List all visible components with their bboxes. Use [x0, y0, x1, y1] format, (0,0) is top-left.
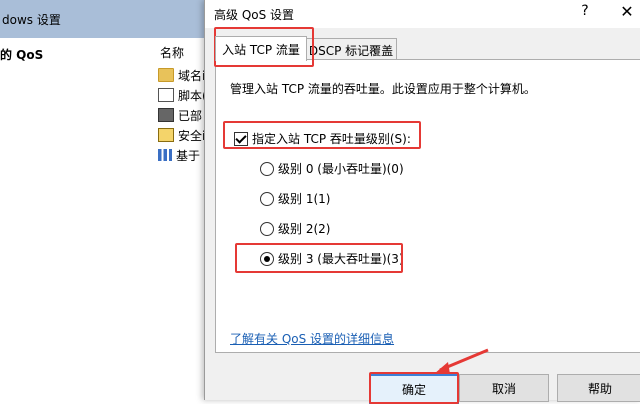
list-item-label: 已部	[178, 108, 203, 123]
column-header-name[interactable]: 名称	[160, 44, 184, 61]
tree-item-qos[interactable]: 的 QoS	[0, 46, 43, 63]
background-list: 名称 域名i 脚本( 已部 安全i 基于	[150, 38, 210, 400]
script-icon	[158, 88, 174, 102]
chart-icon	[158, 149, 172, 161]
radio-label: 级别 2(2)	[278, 222, 331, 236]
cancel-button[interactable]: 取消	[459, 374, 549, 402]
checkbox-checked-icon[interactable]	[234, 131, 248, 146]
list-item[interactable]: 已部	[158, 106, 202, 124]
panel-description: 管理入站 TCP 流量的吞吐量。此设置应用于整个计算机。	[230, 82, 536, 96]
checkbox-label: 指定入站 TCP 吞吐量级别(S):	[252, 132, 411, 146]
list-item-label: 基于	[176, 148, 201, 163]
list-item[interactable]: 安全i	[158, 126, 205, 144]
dialog-title: 高级 QoS 设置	[214, 8, 295, 22]
background-window-title: dows 设置	[2, 12, 61, 27]
radio-button-icon[interactable]	[260, 161, 274, 176]
radio-label: 级别 3 (最大吞吐量)(3)	[278, 252, 404, 266]
advanced-qos-dialog: 高级 QoS 设置 ? ✕ 入站 TCP 流量 DSCP 标记覆盖 管理入站 T…	[204, 0, 640, 404]
list-item-label: 域名i	[178, 68, 206, 83]
printer-icon	[158, 108, 174, 122]
tab-strip: 入站 TCP 流量 DSCP 标记覆盖	[205, 28, 640, 62]
help-button[interactable]: 帮助	[557, 374, 640, 402]
throughput-level-checkbox[interactable]: 指定入站 TCP 吞吐量级别(S):	[234, 130, 411, 147]
radio-button-icon[interactable]	[260, 221, 274, 236]
list-item[interactable]: 脚本(	[158, 86, 207, 104]
radio-label: 级别 0 (最小吞吐量)(0)	[278, 162, 404, 176]
list-item[interactable]: 域名i	[158, 66, 205, 84]
radio-level-0[interactable]: 级别 0 (最小吞吐量)(0)	[260, 160, 404, 177]
radio-button-selected-icon[interactable]	[260, 251, 274, 266]
background-titlebar: dows 设置	[0, 0, 210, 38]
radio-button-icon[interactable]	[260, 191, 274, 206]
security-icon	[158, 128, 174, 142]
list-item-label: 安全i	[178, 128, 206, 143]
learn-more-link[interactable]: 了解有关 QoS 设置的详细信息	[230, 330, 394, 347]
radio-label: 级别 1(1)	[278, 192, 331, 206]
radio-level-2[interactable]: 级别 2(2)	[260, 220, 330, 237]
background-window: dows 设置 的 QoS 名称 域名i 脚本( 已部 安全i 基于	[0, 0, 210, 400]
radio-level-1[interactable]: 级别 1(1)	[260, 190, 330, 207]
radio-level-3[interactable]: 级别 3 (最大吞吐量)(3)	[260, 250, 404, 267]
close-icon[interactable]: ✕	[617, 2, 637, 21]
list-item-label: 脚本(	[178, 88, 207, 103]
folder-icon	[158, 68, 174, 82]
help-icon[interactable]: ?	[575, 3, 595, 19]
list-item[interactable]: 基于	[158, 146, 200, 164]
dialog-titlebar: 高级 QoS 设置 ? ✕	[205, 0, 640, 28]
tab-inbound-tcp[interactable]: 入站 TCP 流量	[215, 36, 307, 61]
background-tree: 的 QoS	[0, 38, 150, 400]
tab-panel: 管理入站 TCP 流量的吞吐量。此设置应用于整个计算机。 指定入站 TCP 吞吐…	[215, 59, 640, 353]
